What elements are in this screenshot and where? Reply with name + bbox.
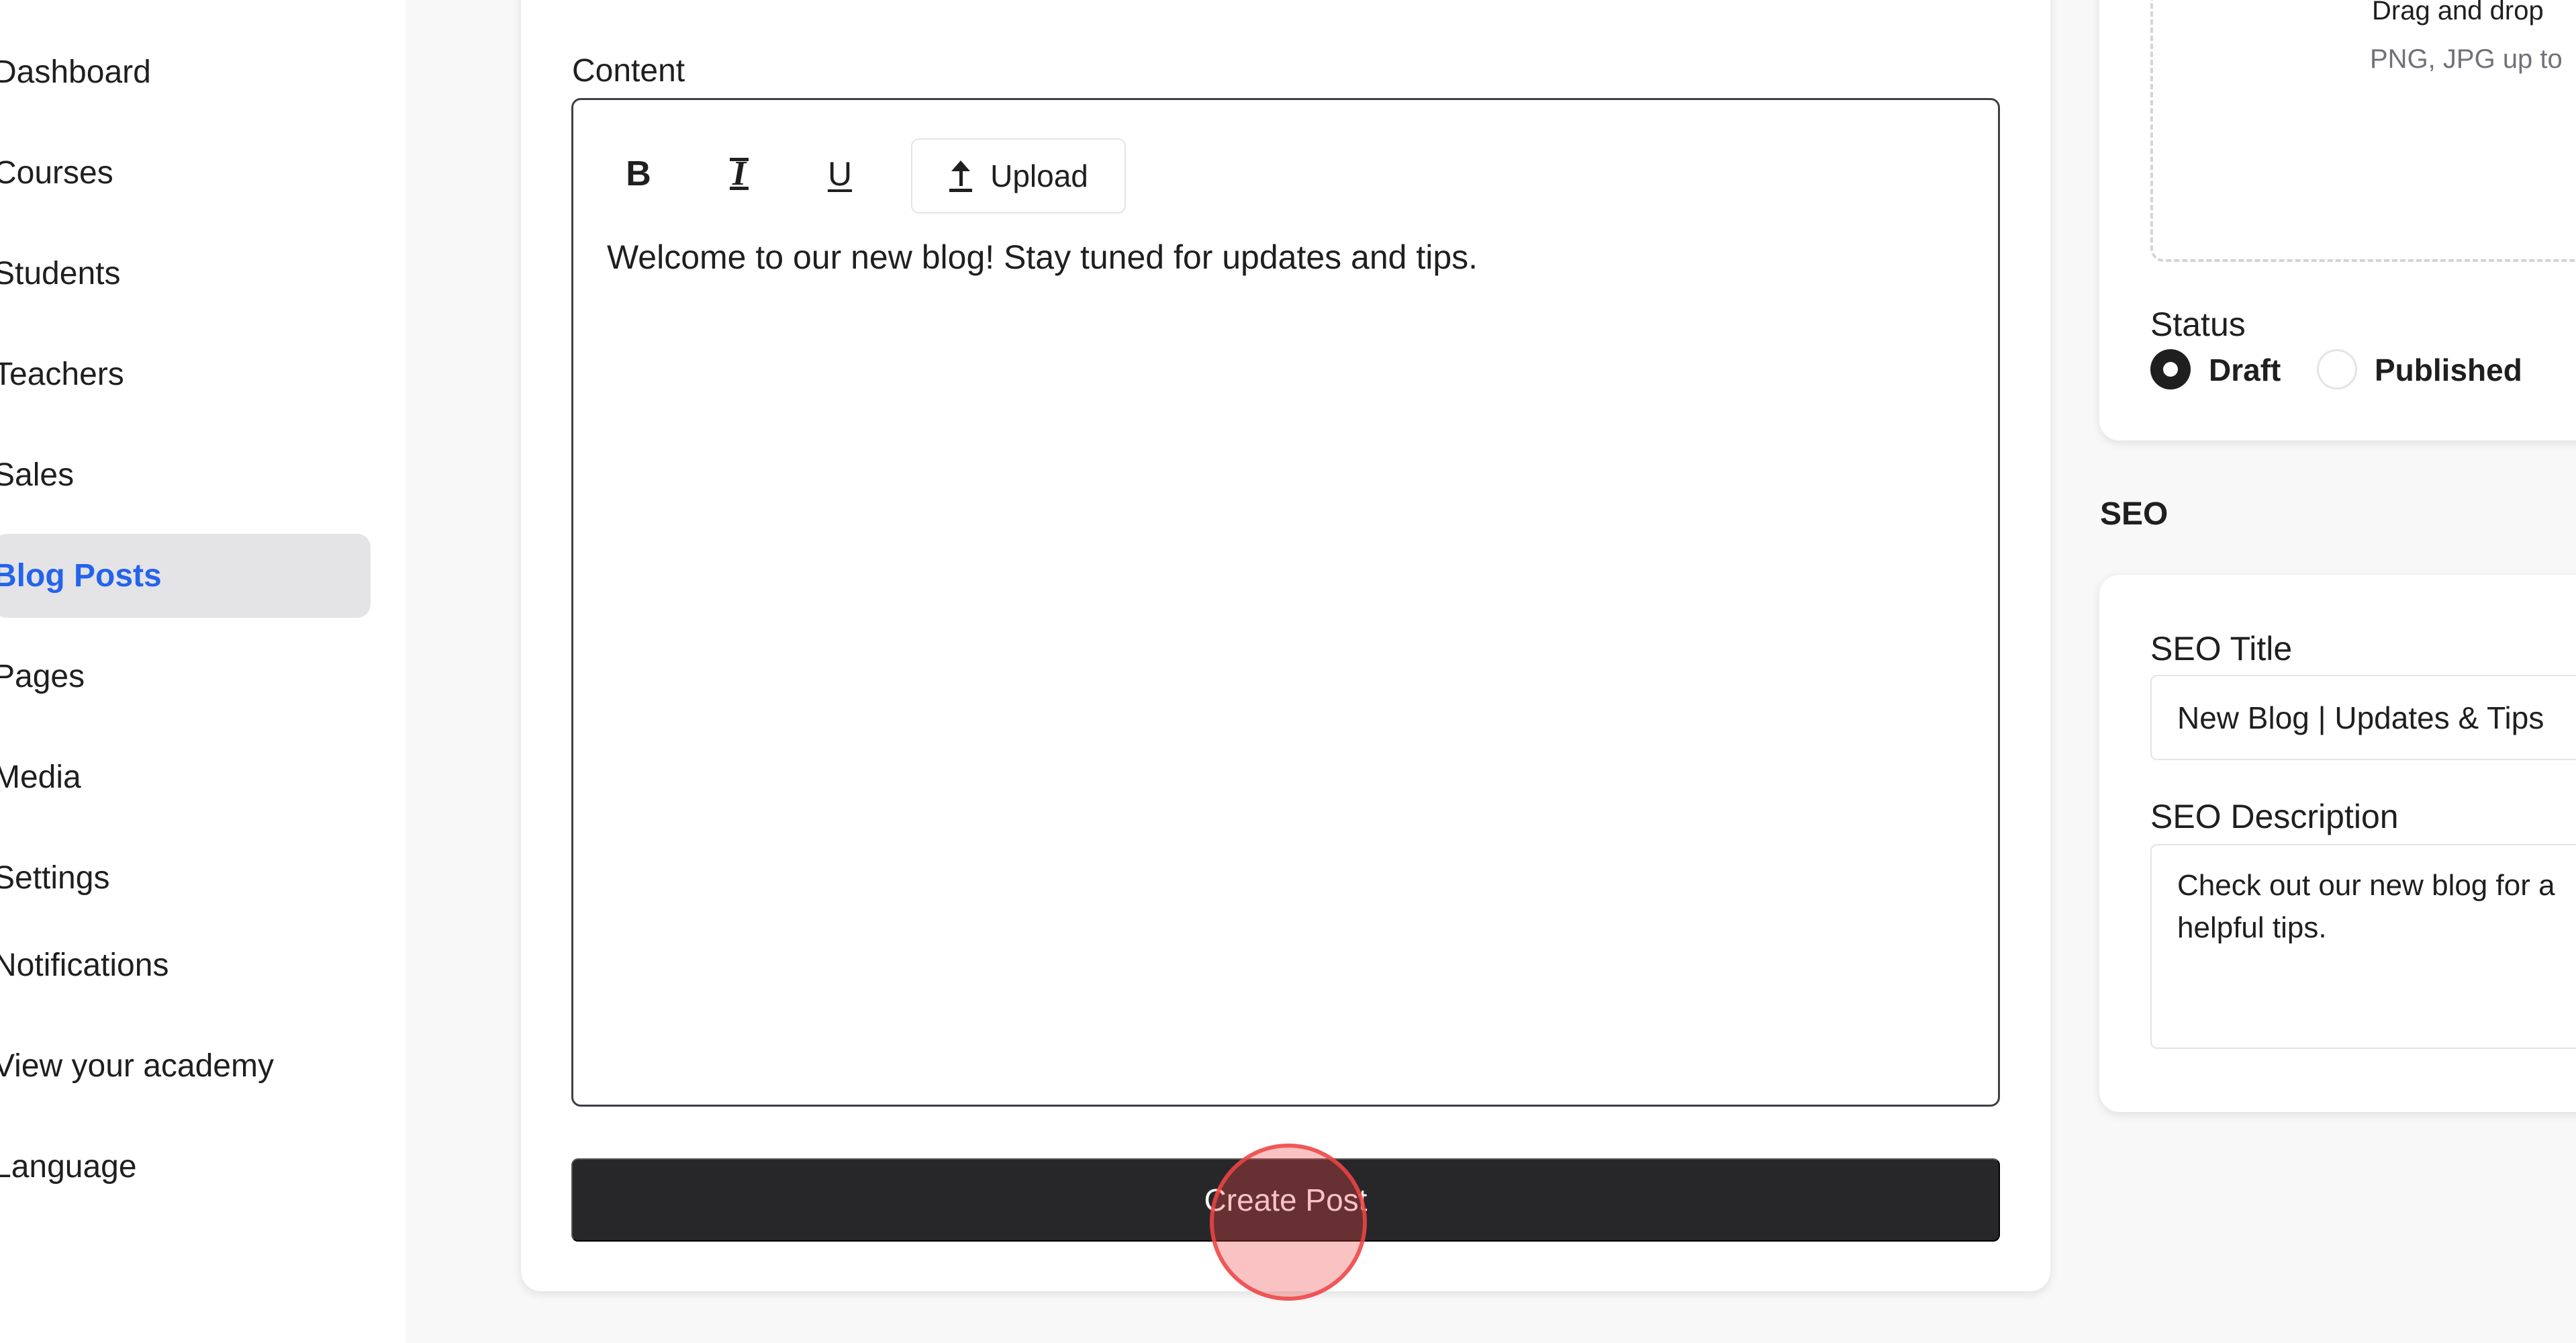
dropzone-text: Drag and drop [2372,0,2544,26]
sidebar-item-view-academy[interactable]: View your academy [0,1024,371,1108]
upload-button[interactable]: Upload [911,138,1126,214]
italic-icon: I [729,156,749,191]
content-label: Content [572,53,685,89]
sidebar-item-students[interactable]: Students [0,232,371,316]
sidebar-item-media[interactable]: Media [0,735,371,819]
sidebar-item-dashboard[interactable]: Dashboard [0,30,371,114]
status-draft-label[interactable]: Draft [2209,352,2281,388]
dropzone-hint: PNG, JPG up to [2370,44,2563,74]
upload-label: Upload [990,158,1088,193]
seo-title-input[interactable]: New Blog | Updates & Tips [2150,675,2576,760]
sidebar-item-pages[interactable]: Pages [0,635,371,719]
status-published-label[interactable]: Published [2375,352,2522,388]
sidebar-item-courses[interactable]: Courses [0,131,371,215]
status-draft-radio[interactable] [2150,349,2191,389]
seo-description-label: SEO Description [2150,798,2399,835]
image-dropzone[interactable] [2150,0,2576,262]
seo-heading: SEO [2100,496,2168,532]
create-post-button[interactable]: Create Post [571,1158,2000,1242]
upload-icon [949,160,973,192]
sidebar-item-settings[interactable]: Settings [0,836,371,920]
status-label: Status [2150,306,2246,343]
sidebar-item-blog-posts[interactable]: Blog Posts [0,534,371,618]
status-published-radio[interactable] [2317,349,2357,389]
editor-content-text[interactable]: Welcome to our new blog! Stay tuned for … [607,238,1478,277]
sidebar-item-notifications[interactable]: Notifications [0,923,371,1007]
sidebar-item-teachers[interactable]: Teachers [0,332,371,416]
sidebar: Dashboard Courses Students Teachers Sale… [0,0,406,1343]
seo-title-label: SEO Title [2150,630,2293,667]
italic-button[interactable]: I [702,137,776,211]
sidebar-item-language[interactable]: Language [0,1125,371,1209]
seo-description-textarea[interactable]: Check out our new blog for a helpful tip… [2150,844,2576,1049]
bold-button[interactable]: B [602,137,675,211]
sidebar-item-sales[interactable]: Sales [0,433,371,517]
content-editor[interactable]: B I U Upload Welcome to our new blog! St… [571,98,2000,1107]
underline-button[interactable]: U [803,137,877,211]
